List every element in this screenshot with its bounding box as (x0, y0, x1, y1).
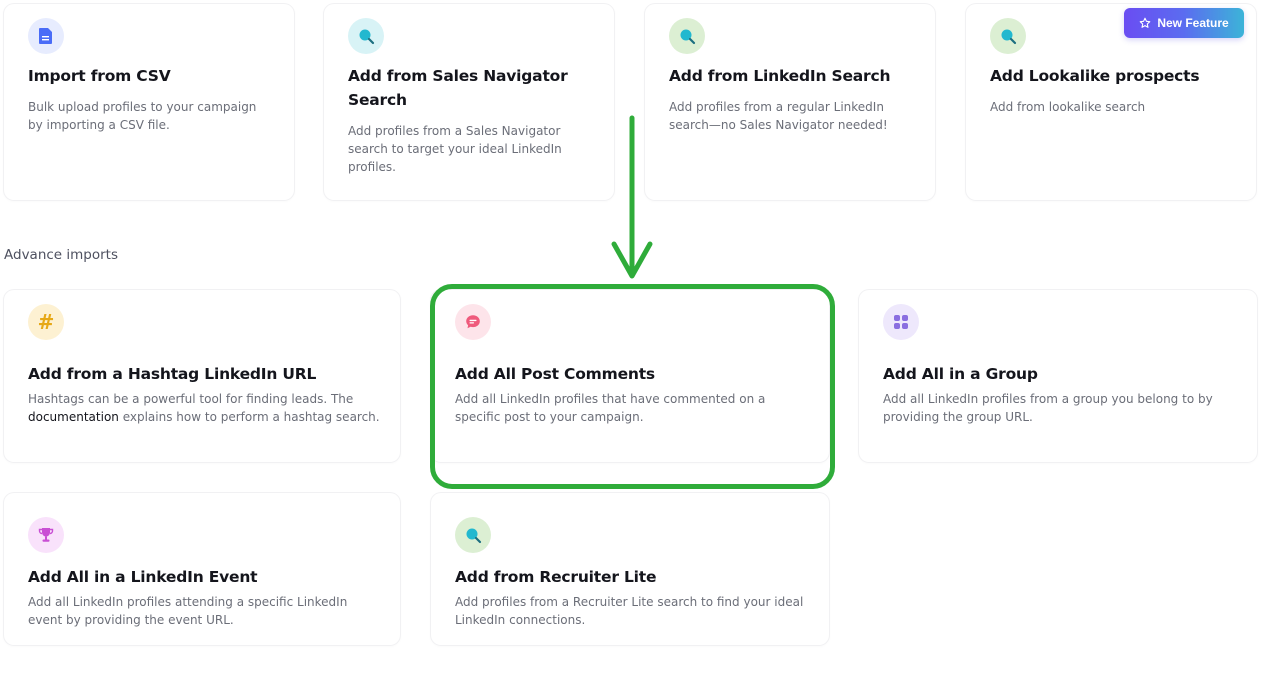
recruiter-lite-card[interactable]: Add from Recruiter Lite Add profiles fro… (431, 493, 829, 645)
sales-navigator-card[interactable]: Add from Sales Navigator Search Add prof… (324, 4, 614, 200)
trophy-icon (28, 517, 64, 553)
document-icon (28, 18, 64, 54)
group-card[interactable]: Add All in a Group Add all LinkedIn prof… (859, 290, 1257, 462)
card-description: Add profiles from a regular LinkedIn sea… (669, 100, 888, 132)
search-icon (348, 18, 384, 54)
card-title: Add from a Hashtag LinkedIn URL (28, 365, 317, 383)
documentation-link[interactable]: documentation (28, 410, 119, 424)
card-title: Add from Recruiter Lite (455, 568, 657, 586)
card-title: Add from LinkedIn Search (669, 67, 891, 85)
import-csv-card[interactable]: Import from CSV Bulk upload profiles to … (4, 4, 294, 200)
card-description: Add profiles from a Sales Navigator sear… (348, 124, 562, 174)
search-icon (669, 18, 705, 54)
linkedin-search-card[interactable]: Add from LinkedIn Search Add profiles fr… (645, 4, 935, 200)
annotation-arrow (611, 115, 653, 279)
card-description: Bulk upload profiles to your campaign by… (28, 100, 257, 132)
linkedin-event-card[interactable]: Add All in a LinkedIn Event Add all Link… (4, 493, 400, 645)
grid-icon (883, 304, 919, 340)
advance-imports-heading: Advance imports (4, 247, 119, 263)
search-icon (990, 18, 1026, 54)
card-description: Add all LinkedIn profiles from a group y… (883, 392, 1213, 424)
hashtag-url-card[interactable]: # Add from a Hashtag LinkedIn URL Hashta… (4, 290, 400, 462)
card-description: Hashtags can be a powerful tool for find… (28, 392, 380, 424)
new-feature-label: New Feature (1157, 16, 1229, 30)
card-title: Add All in a Group (883, 365, 1038, 383)
card-description: Add all LinkedIn profiles that have comm… (455, 392, 766, 424)
new-feature-badge[interactable]: New Feature (1124, 8, 1244, 38)
card-title: Add Lookalike prospects (990, 67, 1200, 85)
card-title: Add from Sales Navigator Search (348, 67, 568, 109)
card-title: Add All Post Comments (455, 365, 655, 383)
card-description: Add from lookalike search (990, 100, 1146, 114)
card-description: Add all LinkedIn profiles attending a sp… (28, 595, 348, 627)
post-comments-card[interactable]: Add All Post Comments Add all LinkedIn p… (431, 290, 829, 462)
comment-icon (455, 304, 491, 340)
hashtag-icon: # (28, 304, 64, 340)
star-icon (1140, 17, 1151, 28)
card-description: Add profiles from a Recruiter Lite searc… (455, 595, 804, 627)
search-icon (455, 517, 491, 553)
card-title: Add All in a LinkedIn Event (28, 568, 258, 586)
card-title: Import from CSV (28, 67, 171, 85)
